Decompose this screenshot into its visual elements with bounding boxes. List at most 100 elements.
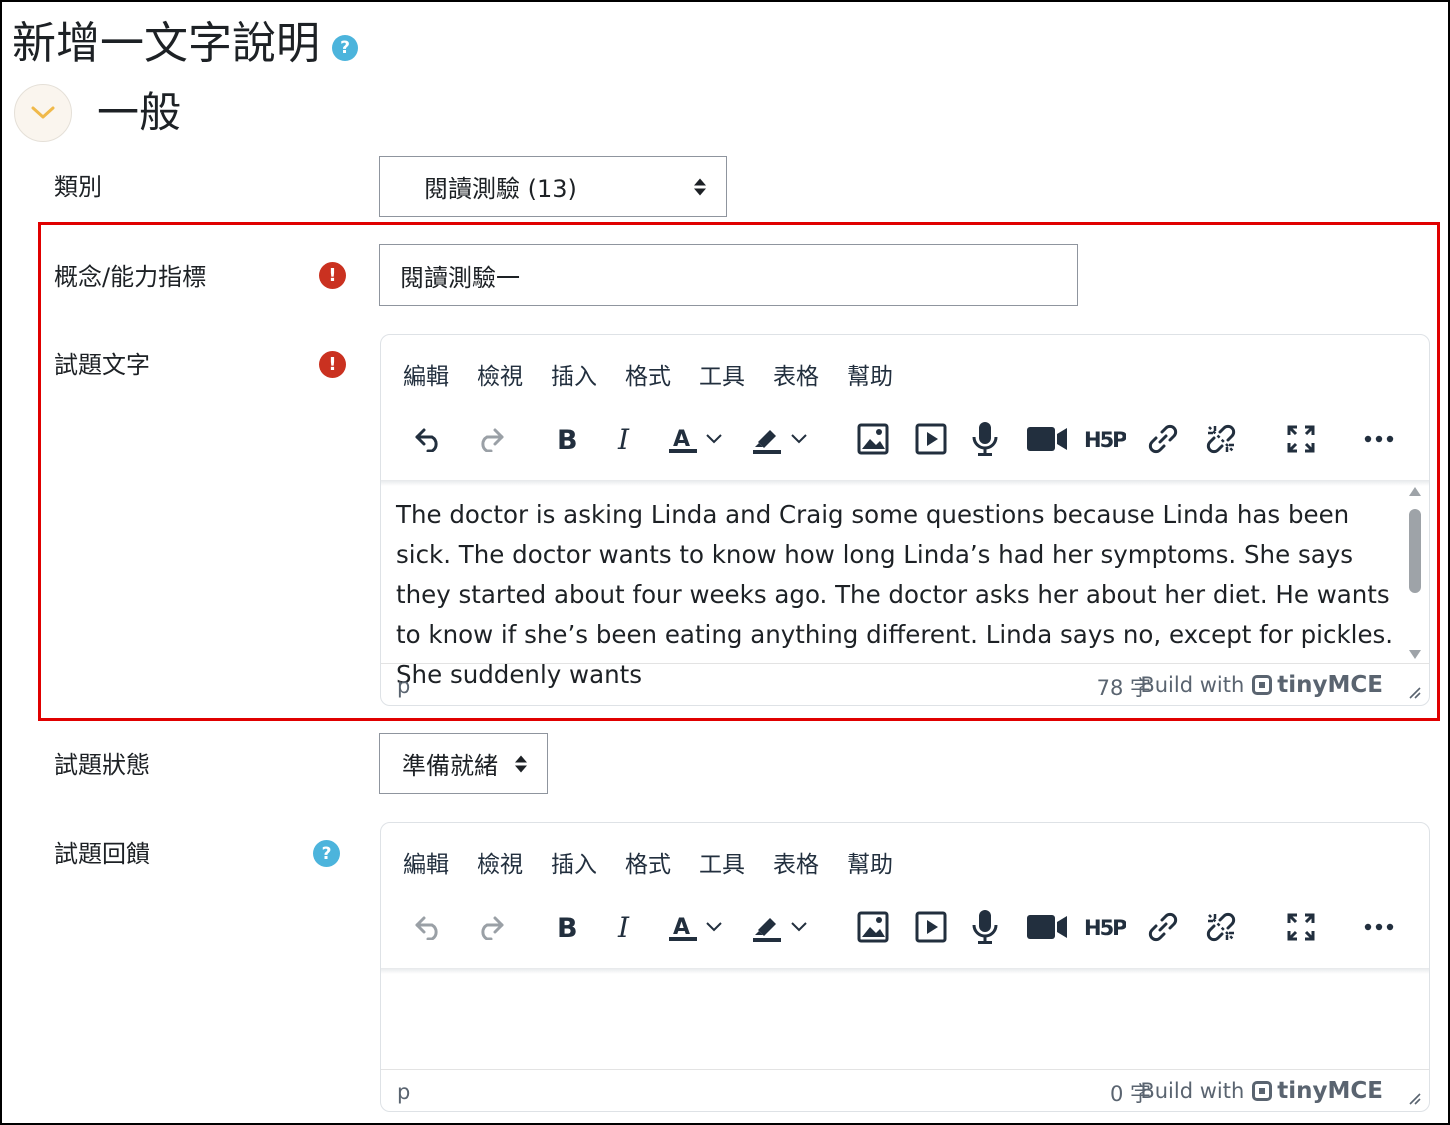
status-label: 試題狀態	[54, 751, 150, 779]
help-icon[interactable]: ?	[332, 35, 358, 61]
resize-handle-icon[interactable]	[1407, 1091, 1421, 1105]
italic-icon[interactable]: I	[603, 905, 647, 949]
feedback-label: 試題回饋	[54, 840, 150, 868]
element-path[interactable]: p	[397, 1080, 410, 1104]
link-icon[interactable]	[1141, 417, 1185, 461]
video-camera-icon[interactable]	[1025, 905, 1069, 949]
undo-icon[interactable]	[407, 905, 451, 949]
menu-view[interactable]: 檢視	[477, 357, 523, 397]
menu-help[interactable]: 幫助	[847, 845, 893, 885]
category-select[interactable]: 閱讀測驗 (13)	[379, 156, 727, 217]
menu-insert[interactable]: 插入	[551, 357, 597, 397]
tinymce-branding[interactable]: Build with tinyMCE	[1140, 672, 1383, 698]
resize-handle-icon[interactable]	[1407, 685, 1421, 699]
menu-insert[interactable]: 插入	[551, 845, 597, 885]
redo-icon[interactable]	[468, 417, 512, 461]
question-text-editor: 編輯 檢視 插入 格式 工具 表格 幫助 B I A H5P The docto…	[380, 334, 1430, 706]
menu-format[interactable]: 格式	[625, 357, 671, 397]
unlink-icon[interactable]	[1199, 905, 1243, 949]
build-with-text: Build with	[1140, 1079, 1245, 1103]
menu-help[interactable]: 幫助	[847, 357, 893, 397]
scroll-up-arrow-icon[interactable]	[1409, 487, 1421, 496]
page-title: 新增一文字說明 ?	[12, 14, 358, 74]
status-select-value: 準備就緒	[402, 752, 498, 780]
svg-text:H5P: H5P	[1084, 428, 1126, 452]
editor-content[interactable]	[396, 983, 1406, 1073]
editor-toolbar: B I A H5P	[381, 409, 1429, 471]
tinymce-logo-icon	[1252, 675, 1273, 695]
status-select[interactable]: 準備就緒	[379, 733, 548, 794]
microphone-icon[interactable]	[963, 905, 1007, 949]
question-text-label: 試題文字	[54, 351, 150, 379]
highlight-color-icon[interactable]	[745, 905, 789, 949]
menu-table[interactable]: 表格	[773, 357, 819, 397]
feedback-editor: 編輯 檢視 插入 格式 工具 表格 幫助 B I A H5P p 0 字 Bui…	[380, 822, 1430, 1112]
menu-edit[interactable]: 編輯	[403, 357, 449, 397]
toolbar-divider	[381, 968, 1429, 974]
svg-text:A: A	[673, 427, 690, 452]
image-icon[interactable]	[851, 417, 895, 461]
category-label: 類別	[54, 173, 102, 201]
help-icon[interactable]: ?	[313, 840, 340, 867]
fullscreen-icon[interactable]	[1279, 417, 1323, 461]
menu-table[interactable]: 表格	[773, 845, 819, 885]
more-icon[interactable]	[1357, 417, 1401, 461]
text-color-icon[interactable]: A	[661, 417, 705, 461]
editor-menubar: 編輯 檢視 插入 格式 工具 表格 幫助	[381, 845, 921, 885]
menu-tools[interactable]: 工具	[699, 845, 745, 885]
toolbar-divider	[381, 480, 1429, 486]
scroll-down-arrow-icon[interactable]	[1409, 650, 1421, 659]
unlink-icon[interactable]	[1199, 417, 1243, 461]
h5p-icon[interactable]: H5P	[1083, 905, 1127, 949]
concept-label: 概念/能力指標	[54, 263, 207, 291]
redo-icon[interactable]	[468, 905, 512, 949]
build-with-text: Build with	[1140, 673, 1245, 697]
chevron-down-icon[interactable]	[701, 417, 727, 461]
tinymce-brand-name: tinyMCE	[1277, 672, 1383, 698]
concept-input[interactable]: 閱讀測驗一	[379, 244, 1078, 306]
italic-icon[interactable]: I	[603, 417, 647, 461]
editor-statusbar: p 0 字 Build with tinyMCE	[381, 1069, 1429, 1111]
required-error-icon: !	[319, 351, 346, 378]
section-title: 一般	[97, 88, 182, 137]
link-icon[interactable]	[1141, 905, 1185, 949]
tinymce-branding[interactable]: Build with tinyMCE	[1140, 1078, 1383, 1104]
menu-edit[interactable]: 編輯	[403, 845, 449, 885]
chevron-down-icon[interactable]	[701, 905, 727, 949]
tinymce-logo-icon	[1252, 1081, 1273, 1101]
image-icon[interactable]	[851, 905, 895, 949]
menu-view[interactable]: 檢視	[477, 845, 523, 885]
fullscreen-icon[interactable]	[1279, 905, 1323, 949]
h5p-icon[interactable]: H5P	[1083, 417, 1127, 461]
svg-text:B: B	[557, 426, 578, 452]
bold-icon[interactable]: B	[545, 417, 589, 461]
bold-icon[interactable]: B	[545, 905, 589, 949]
scroll-thumb[interactable]	[1409, 509, 1421, 593]
editor-scrollbar[interactable]	[1407, 485, 1423, 661]
video-camera-icon[interactable]	[1025, 417, 1069, 461]
svg-text:H5P: H5P	[1084, 916, 1126, 940]
menu-format[interactable]: 格式	[625, 845, 671, 885]
menu-tools[interactable]: 工具	[699, 357, 745, 397]
select-arrows-icon	[694, 178, 706, 195]
section-collapse-button[interactable]	[14, 84, 72, 142]
media-icon[interactable]	[909, 905, 953, 949]
microphone-icon[interactable]	[963, 417, 1007, 461]
concept-input-value: 閱讀測驗一	[400, 263, 520, 292]
editor-menubar: 編輯 檢視 插入 格式 工具 表格 幫助	[381, 357, 921, 397]
chevron-down-icon[interactable]	[786, 905, 812, 949]
element-path[interactable]: p	[397, 674, 410, 698]
tinymce-brand-name: tinyMCE	[1277, 1078, 1383, 1104]
text-color-icon[interactable]: A	[661, 905, 705, 949]
chevron-down-icon	[31, 106, 55, 119]
editor-toolbar: B I A H5P	[381, 897, 1429, 959]
page-title-text: 新增一文字說明	[12, 18, 320, 69]
svg-text:I: I	[617, 913, 630, 941]
undo-icon[interactable]	[407, 417, 451, 461]
highlight-color-icon[interactable]	[745, 417, 789, 461]
chevron-down-icon[interactable]	[786, 417, 812, 461]
more-icon[interactable]	[1357, 905, 1401, 949]
media-icon[interactable]	[909, 417, 953, 461]
required-error-icon: !	[319, 262, 346, 289]
editor-statusbar: p 78 字 Build with tinyMCE	[381, 663, 1429, 705]
